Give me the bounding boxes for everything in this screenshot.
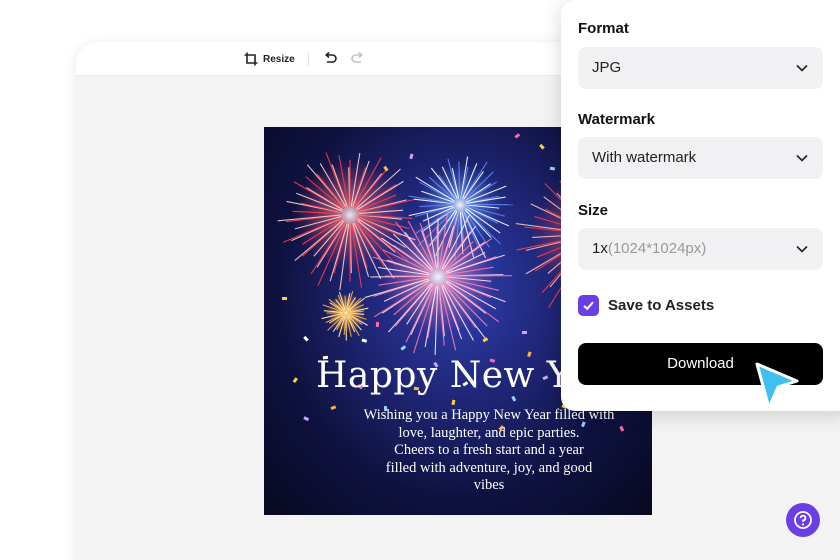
confetti-piece: [451, 399, 456, 406]
card-message-line: vibes: [473, 477, 505, 493]
size-label: Size: [578, 202, 609, 219]
size-value: 1x(1024*1024px): [592, 240, 706, 257]
pointer-cursor-icon: [755, 362, 799, 410]
confetti-piece: [303, 416, 310, 422]
card-message-line: Cheers to a fresh start and a year: [394, 442, 584, 458]
format-label: Format: [578, 20, 629, 37]
confetti-piece: [400, 345, 407, 351]
card-title: Happy New Ye: [316, 355, 590, 396]
check-icon: [583, 301, 594, 310]
confetti-piece: [539, 143, 545, 150]
confetti-piece: [361, 338, 368, 343]
help-icon: [794, 511, 812, 529]
chevron-down-icon: [796, 64, 808, 72]
export-panel: Format JPG Watermark With watermark Size…: [561, 0, 840, 411]
format-value: JPG: [592, 59, 622, 76]
confetti-piece: [303, 335, 309, 342]
size-dimensions: (1024*1024px): [607, 240, 707, 257]
confetti-piece: [549, 166, 556, 171]
save-to-assets-label: Save to Assets: [608, 296, 715, 314]
watermark-value: With watermark: [592, 149, 697, 166]
confetti-piece: [511, 395, 517, 402]
undo-icon[interactable]: [322, 51, 338, 67]
chevron-down-icon: [796, 154, 808, 162]
toolbar-divider: [308, 52, 309, 66]
size-multiplier: 1x: [592, 240, 608, 257]
confetti-piece: [409, 153, 414, 160]
crop-resize-icon: [244, 52, 258, 66]
chevron-down-icon: [796, 245, 808, 253]
screen: Resize Happy New Ye Wishing you a Happy …: [0, 0, 840, 560]
checkbox-checked[interactable]: [578, 294, 599, 316]
confetti-piece: [375, 321, 380, 328]
confetti-piece: [292, 377, 298, 384]
confetti-piece: [514, 133, 521, 139]
resize-button[interactable]: Resize: [244, 50, 295, 68]
format-select[interactable]: JPG: [578, 47, 823, 89]
card-message-line: love, laughter, and epic parties.: [398, 424, 580, 441]
redo-icon[interactable]: [350, 51, 366, 67]
size-select[interactable]: 1x(1024*1024px): [578, 228, 823, 270]
card-message-line: filled with adventure, joy, and good: [385, 459, 593, 476]
confetti-piece: [282, 297, 287, 300]
save-to-assets-checkbox[interactable]: Save to Assets: [578, 294, 714, 316]
card-message: Wishing you a Happy New Year filled with…: [324, 407, 652, 495]
watermark-label: Watermark: [578, 111, 655, 128]
watermark-select[interactable]: With watermark: [578, 137, 823, 179]
confetti-piece: [521, 330, 528, 335]
resize-label: Resize: [263, 53, 295, 65]
help-button[interactable]: [786, 503, 820, 537]
